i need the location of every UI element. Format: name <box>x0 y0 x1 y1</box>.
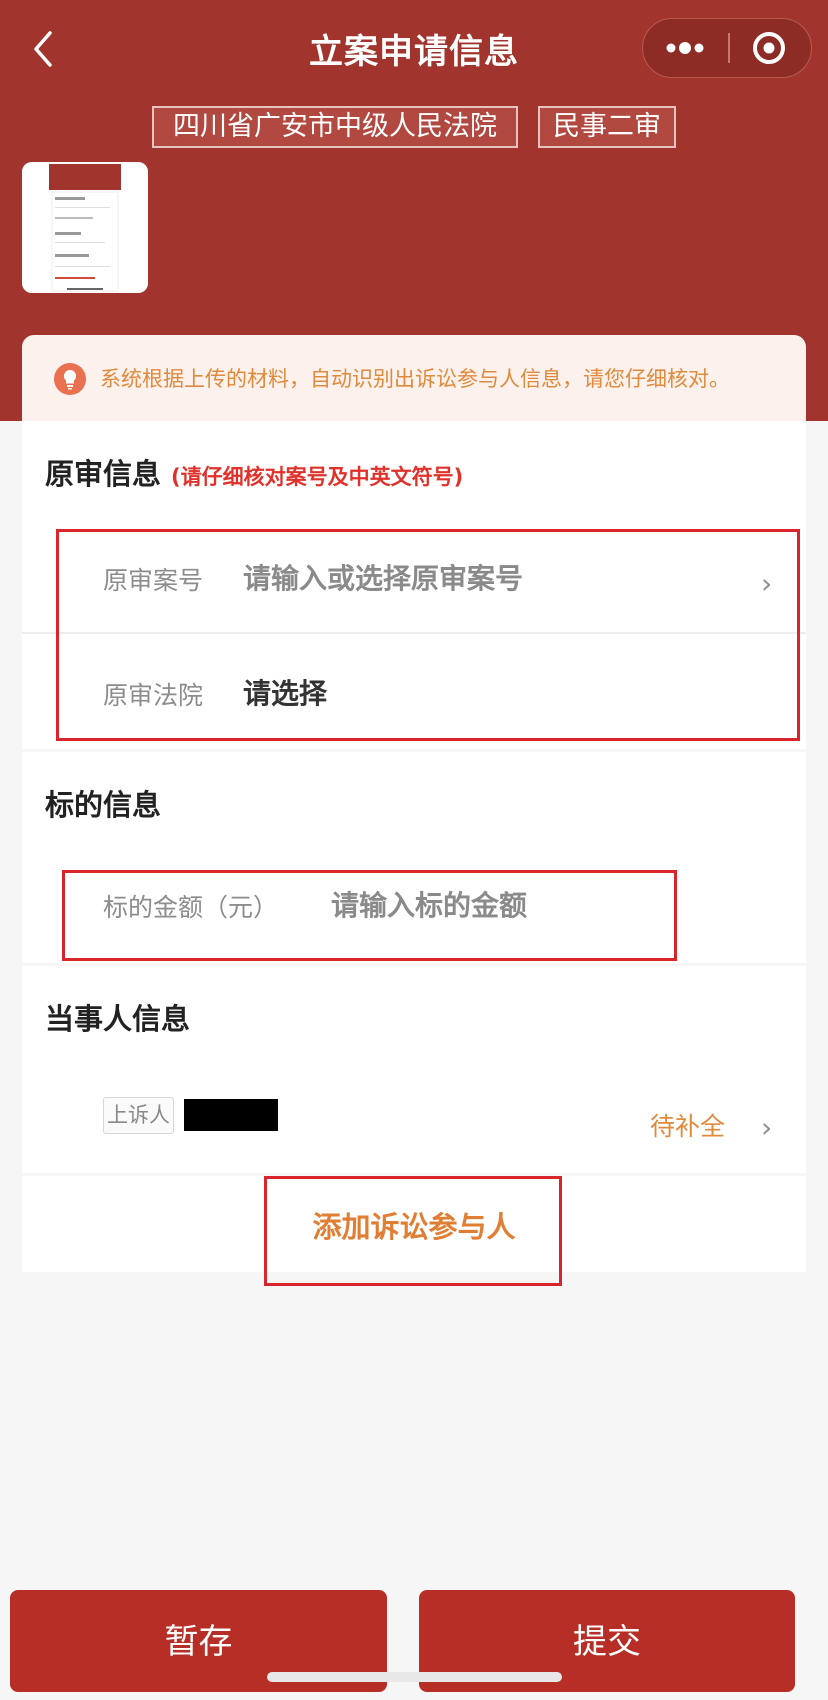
highlight-box-add-party <box>264 1176 562 1286</box>
close-mini-program-button[interactable] <box>729 19 813 76</box>
redacted-name <box>184 1099 278 1131</box>
status-pending: 待补全 <box>650 1112 726 1141</box>
lightbulb-icon <box>54 363 86 395</box>
original-trial-section: 原审信息 (请仔细核对案号及中英文符号) 原审案号 请输入或选择原审案号 › 原审… <box>22 421 806 749</box>
more-button[interactable] <box>643 19 727 76</box>
case-type-tag: 民事二审 <box>538 106 676 148</box>
role-badge: 上诉人 <box>103 1097 174 1134</box>
chevron-right-icon: › <box>761 1111 773 1144</box>
more-dots-icon <box>666 42 704 54</box>
section-hint: (请仔细核对案号及中英文符号) <box>171 465 464 489</box>
section-title-subject: 标的信息 <box>45 788 162 822</box>
add-party-section: 添加诉讼参与人 <box>22 1176 806 1286</box>
court-tag: 四川省广安市中级人民法院 <box>152 106 518 148</box>
mini-program-capsule <box>642 18 812 78</box>
uploaded-material-thumbnail[interactable] <box>22 162 148 293</box>
home-indicator <box>267 1672 562 1682</box>
section-title-parties: 当事人信息 <box>45 1002 191 1036</box>
target-icon <box>753 32 785 64</box>
notice-text: 系统根据上传的材料，自动识别出诉讼参与人信息，请您仔细核对。 <box>100 367 730 391</box>
subject-section: 标的信息 标的金额（元） 请输入标的金额 <box>22 752 806 963</box>
section-title-text: 原审信息 <box>45 457 162 491</box>
highlight-box-amount <box>62 870 677 961</box>
section-title-original-trial: 原审信息 (请仔细核对案号及中英文符号) <box>45 451 463 493</box>
document-preview-icon <box>22 162 148 293</box>
highlight-box-original-trial <box>56 529 800 741</box>
notice-banner: 系统根据上传的材料，自动识别出诉讼参与人信息，请您仔细核对。 <box>22 335 806 421</box>
